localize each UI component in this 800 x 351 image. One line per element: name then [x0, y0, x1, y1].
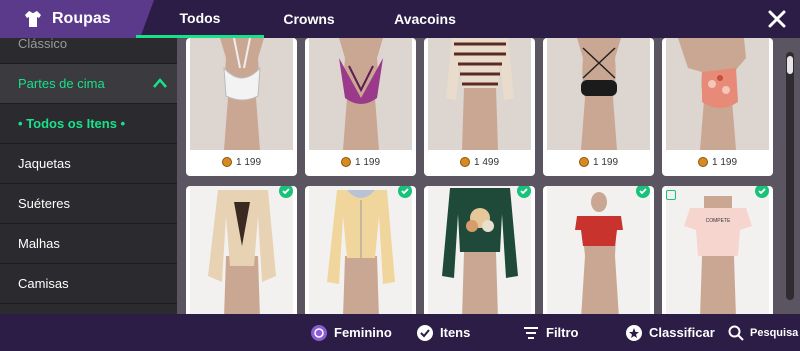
sort-label: Classificar	[649, 325, 715, 340]
item-card[interactable]	[186, 186, 297, 314]
items-filter-button[interactable]: Itens	[416, 314, 470, 351]
shirt-print-text: COMPETE	[706, 218, 731, 224]
halter-top-icon	[190, 38, 293, 150]
star-badge-icon	[626, 324, 642, 341]
item-card[interactable]	[543, 186, 654, 314]
item-card[interactable]: 1 199	[305, 38, 416, 176]
price-row: 1 199	[662, 152, 773, 172]
category-header: Roupas	[0, 0, 140, 38]
item-card[interactable]	[424, 186, 535, 314]
sort-button[interactable]: Classificar	[625, 314, 715, 351]
sidebar-item-sueteres[interactable]: Suéteres	[0, 184, 177, 224]
filter-label: Filtro	[546, 325, 579, 340]
item-thumbnail	[428, 38, 531, 150]
purple-wrap-top-icon	[309, 38, 412, 150]
price-row: 1 199	[543, 152, 654, 172]
avacoin-icon	[459, 157, 470, 167]
sidebar-item-camisas[interactable]: Camisas	[0, 264, 177, 304]
striped-sweater-icon	[428, 38, 531, 150]
grid-scrollbar[interactable]	[786, 52, 794, 300]
item-thumbnail	[666, 38, 769, 150]
sidebar-item-jaquetas[interactable]: Jaquetas	[0, 144, 177, 184]
search-button[interactable]: Pesquisa	[728, 314, 798, 351]
item-thumbnail	[190, 186, 293, 314]
item-grid: 1 199 1 199 1 499 1 199 1 199 COMPETE	[177, 38, 800, 314]
tab-todos[interactable]: Todos	[136, 0, 264, 38]
yellow-hoodie-icon	[309, 186, 412, 314]
pink-tee-icon: COMPETE	[666, 186, 769, 314]
close-icon[interactable]	[766, 8, 788, 30]
top-bar: Roupas Todos Crowns Avacoins	[0, 0, 800, 38]
check-circle-icon	[417, 324, 433, 341]
green-floral-sweater-icon	[428, 186, 531, 314]
filter-button[interactable]: Filtro	[522, 314, 579, 351]
sidebar-item-malhas[interactable]: Malhas	[0, 224, 177, 264]
sidebar-item-label: Partes de cima	[18, 76, 105, 91]
item-card[interactable]: 1 199	[662, 38, 773, 176]
item-thumbnail	[309, 186, 412, 314]
avacoin-icon	[578, 157, 589, 167]
black-bandeau-icon	[547, 38, 650, 150]
sidebar-item-partes-de-cima[interactable]: Partes de cima	[0, 64, 177, 104]
beige-jacket-icon	[190, 186, 293, 314]
item-thumbnail: COMPETE	[666, 186, 769, 314]
avacoin-icon	[221, 157, 232, 167]
price-row: 1 199	[305, 152, 416, 172]
avacoin-icon	[340, 157, 351, 167]
item-card[interactable]: 1 199	[186, 38, 297, 176]
bottom-toolbar: Feminino Itens Filtro Classificar Pesqui…	[0, 314, 800, 351]
item-thumbnail	[190, 38, 293, 150]
new-badge-icon	[666, 190, 676, 200]
search-label: Pesquisa	[750, 326, 799, 339]
chevron-up-icon	[153, 78, 167, 88]
item-card[interactable]: 1 499	[424, 38, 535, 176]
scrollbar-thumb[interactable]	[787, 56, 793, 74]
gender-filter-label: Feminino	[334, 325, 392, 340]
tab-avacoins[interactable]: Avacoins	[385, 0, 465, 38]
item-price: 1 199	[354, 156, 381, 168]
filter-icon	[524, 326, 538, 339]
shirt-icon	[22, 8, 44, 30]
floral-halter-icon	[666, 38, 769, 150]
category-sidebar: Clássico Partes de cima • Todos os Itens…	[0, 38, 177, 314]
category-title: Roupas	[52, 10, 111, 27]
sidebar-item-todos-os-itens[interactable]: • Todos os Itens •	[0, 104, 177, 144]
item-thumbnail	[309, 38, 412, 150]
item-thumbnail	[428, 186, 531, 314]
red-crop-top-icon	[547, 186, 650, 314]
item-thumbnail	[547, 186, 650, 314]
item-card[interactable]	[305, 186, 416, 314]
item-card[interactable]: 1 199	[543, 38, 654, 176]
price-row: 1 199	[186, 152, 297, 172]
tab-crowns[interactable]: Crowns	[268, 0, 350, 38]
search-icon	[728, 325, 744, 341]
avacoin-icon	[697, 157, 708, 167]
item-price: 1 199	[711, 156, 738, 168]
item-card[interactable]: COMPETE	[662, 186, 773, 314]
price-row: 1 499	[424, 152, 535, 172]
sidebar-item-classico[interactable]: Clássico	[0, 38, 177, 64]
gender-swap-icon	[311, 324, 327, 341]
item-price: 1 199	[235, 156, 262, 168]
items-filter-label: Itens	[440, 325, 471, 340]
item-thumbnail	[547, 38, 650, 150]
item-price: 1 199	[592, 156, 619, 168]
item-price: 1 499	[473, 156, 500, 168]
gender-filter-button[interactable]: Feminino	[310, 314, 392, 351]
